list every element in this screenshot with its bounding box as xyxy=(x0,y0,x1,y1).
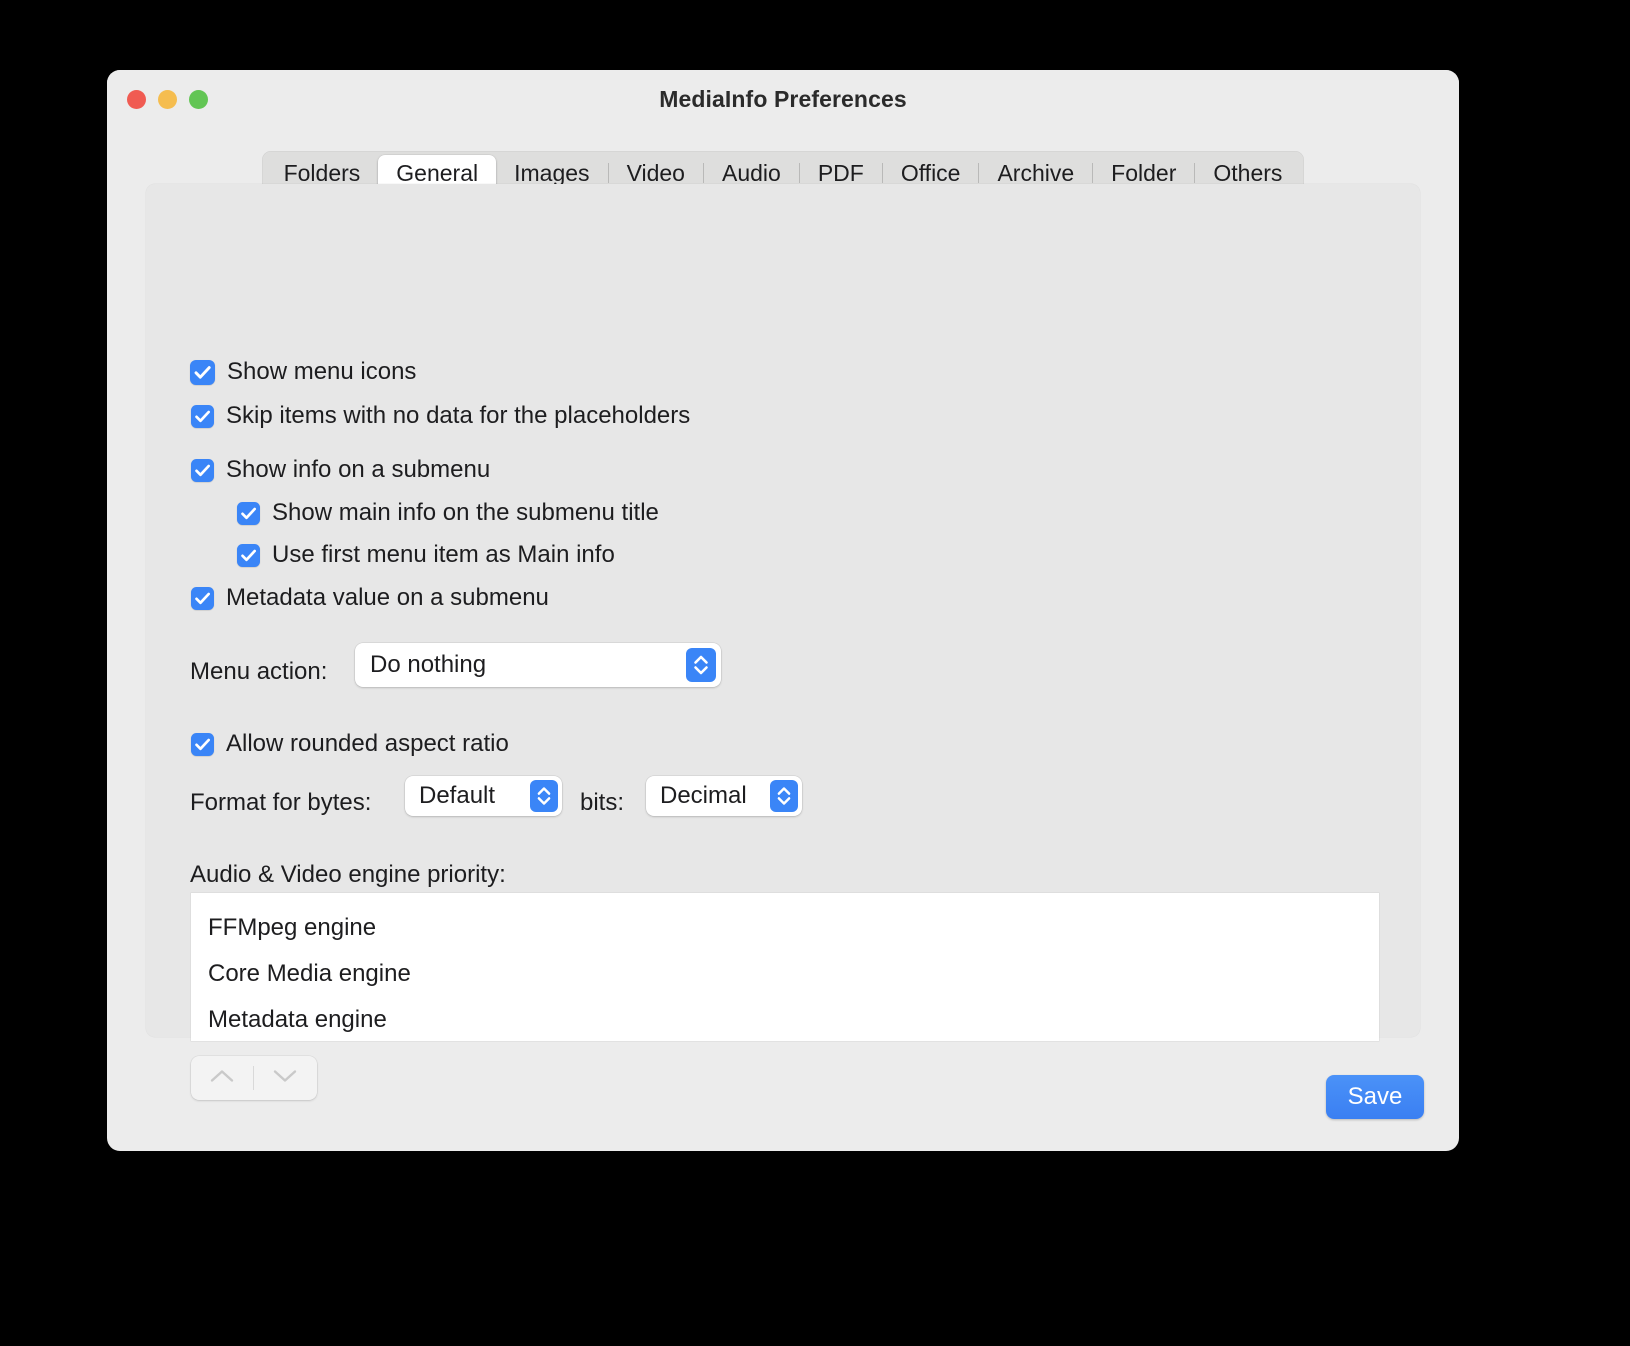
checkbox-row-use-first-menu-item[interactable]: Use first menu item as Main info xyxy=(237,541,615,569)
chevron-updown-icon[interactable] xyxy=(686,648,716,682)
checkbox-row-show-info-submenu[interactable]: Show info on a submenu xyxy=(191,456,490,484)
checkbox-row-show-main-info-title[interactable]: Show main info on the submenu title xyxy=(237,499,659,527)
checkbox-allow-rounded-aspect-ratio[interactable] xyxy=(191,732,214,756)
move-down-button[interactable] xyxy=(254,1056,316,1100)
checkbox-row-show-menu-icons[interactable]: Show menu icons xyxy=(185,354,417,390)
checkbox-show-main-info-on-title[interactable] xyxy=(237,501,260,525)
reorder-buttons xyxy=(191,1056,317,1100)
checkbox-metadata-value-on-submenu[interactable] xyxy=(191,586,214,610)
chevron-updown-icon[interactable] xyxy=(770,780,798,812)
checkbox-show-info-on-submenu[interactable] xyxy=(191,458,214,482)
checkbox-label: Skip items with no data for the placehol… xyxy=(226,402,691,429)
checkbox-label: Use first menu item as Main info xyxy=(272,541,615,568)
checkbox-label: Show main info on the submenu title xyxy=(272,499,659,526)
menu-action-label: Menu action: xyxy=(190,658,328,685)
checkbox-label: Show info on a submenu xyxy=(226,456,491,483)
engine-priority-list[interactable]: FFMpeg engine Core Media engine Metadata… xyxy=(191,893,1379,1041)
list-item[interactable]: FFMpeg engine xyxy=(191,905,1379,951)
checkbox-label: Metadata value on a submenu xyxy=(226,584,549,611)
checkbox-use-first-menu-item[interactable] xyxy=(237,543,260,567)
checkbox-label: Allow rounded aspect ratio xyxy=(226,730,509,757)
chevron-up-icon xyxy=(209,1068,235,1089)
format-for-bytes-label: Format for bytes: xyxy=(190,789,372,816)
window-title: MediaInfo Preferences xyxy=(659,86,907,112)
chevron-down-icon xyxy=(272,1068,298,1089)
move-up-button[interactable] xyxy=(191,1056,253,1100)
engine-priority-label: Audio & Video engine priority: xyxy=(190,861,506,888)
menu-action-value: Do nothing xyxy=(370,651,487,678)
checkbox-label: Show menu icons xyxy=(227,358,417,385)
format-bits-value: Decimal xyxy=(660,782,747,809)
chevron-updown-icon[interactable] xyxy=(530,780,558,812)
menu-action-select[interactable]: Do nothing xyxy=(355,643,721,687)
format-bytes-select[interactable]: Default xyxy=(405,776,562,816)
list-item[interactable]: Metadata engine xyxy=(191,997,1379,1043)
title-bar: MediaInfo Preferences xyxy=(107,70,1459,130)
checkbox-row-allow-rounded-aspect-ratio[interactable]: Allow rounded aspect ratio xyxy=(191,730,509,758)
checkbox-skip-items-no-data[interactable] xyxy=(191,404,214,428)
checkbox-row-metadata-value-submenu[interactable]: Metadata value on a submenu xyxy=(191,584,549,612)
format-bits-select[interactable]: Decimal xyxy=(646,776,802,816)
list-item[interactable]: Core Media engine xyxy=(191,951,1379,997)
checkbox-show-menu-icons[interactable] xyxy=(185,354,220,390)
checkbox-row-skip-items-no-data[interactable]: Skip items with no data for the placehol… xyxy=(191,402,690,430)
general-settings-panel: Show menu icons Skip items with no data … xyxy=(146,184,1420,1100)
format-bits-label: bits: xyxy=(580,789,625,816)
save-button[interactable]: Save xyxy=(1326,1075,1424,1119)
format-bytes-value: Default xyxy=(419,782,496,809)
preferences-window: MediaInfo Preferences Folders General Im… xyxy=(107,70,1459,1151)
